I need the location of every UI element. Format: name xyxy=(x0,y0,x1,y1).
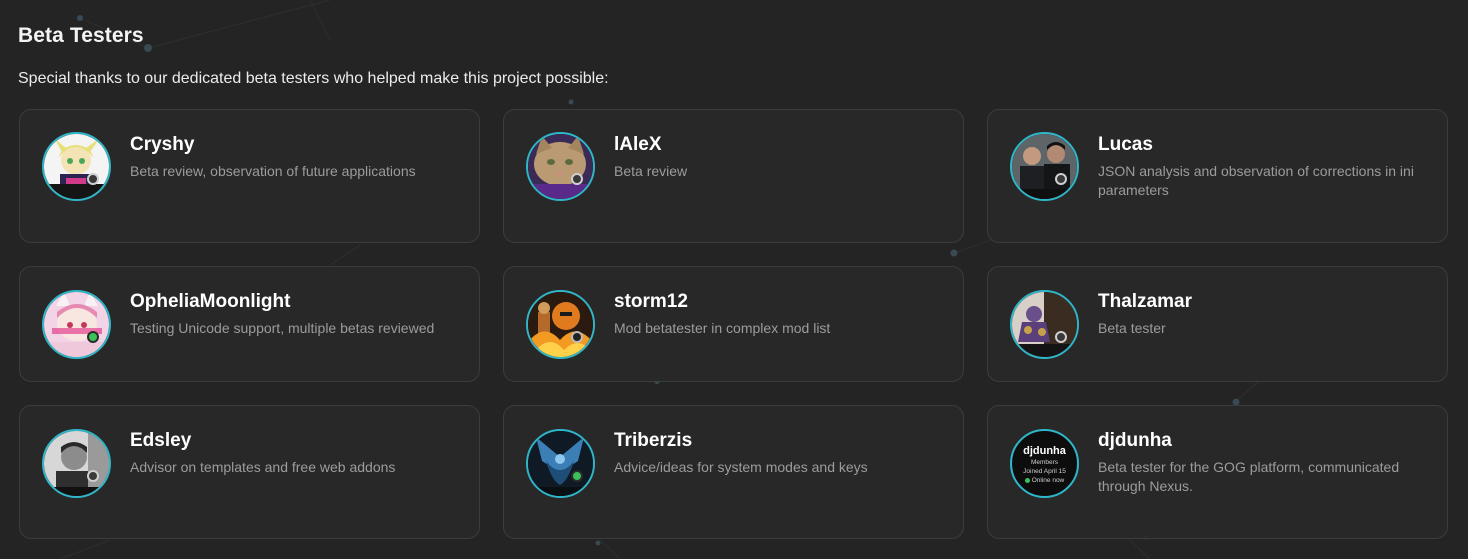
tester-card: OpheliaMoonlight Testing Unicode support… xyxy=(19,266,480,382)
profile-badge-avatar-icon: djdunha Members Joined April 15 Online n… xyxy=(1010,429,1079,498)
tester-name: djdunha xyxy=(1098,430,1172,451)
status-offline-icon xyxy=(571,173,583,185)
bw-portrait-avatar-icon xyxy=(42,429,111,498)
status-offline-icon xyxy=(87,173,99,185)
tester-card: Thalzamar Beta tester xyxy=(987,266,1448,382)
tester-card: lAleX Beta review xyxy=(503,109,964,243)
tester-card: Lucas JSON analysis and observation of c… xyxy=(987,109,1448,243)
tester-card: Cryshy Beta review, observation of futur… xyxy=(19,109,480,243)
status-away-icon xyxy=(571,331,583,343)
two-people-photo-avatar-icon xyxy=(1010,132,1079,201)
status-online-icon xyxy=(571,470,583,482)
cat-avatar-icon xyxy=(526,132,595,201)
armored-character-avatar-icon xyxy=(1010,290,1079,359)
tester-role: Beta tester xyxy=(1098,320,1166,336)
badge-username: djdunha xyxy=(1023,445,1066,457)
tester-grid: Cryshy Beta review, observation of futur… xyxy=(0,0,1468,559)
fire-scene-avatar-icon xyxy=(526,290,595,359)
tester-role: Mod betatester in complex mod list xyxy=(614,320,831,336)
tester-name: Thalzamar xyxy=(1098,291,1192,312)
tester-name: Edsley xyxy=(130,430,192,451)
tester-role: Beta review, observation of future appli… xyxy=(130,163,416,179)
pink-anime-avatar-icon xyxy=(42,290,111,359)
status-offline-icon xyxy=(1055,173,1067,185)
tester-card: storm12 Mod betatester in complex mod li… xyxy=(503,266,964,382)
tester-name: Lucas xyxy=(1098,134,1153,155)
badge-joined: Joined April 15 xyxy=(1023,468,1066,475)
tester-role: Beta review xyxy=(614,163,688,179)
status-offline-icon xyxy=(1055,331,1067,343)
badge-online-label: Online now xyxy=(1031,477,1065,484)
tester-name: Triberzis xyxy=(614,430,693,451)
badge-group: Members xyxy=(1030,459,1059,466)
tester-role: Advice/ideas for system modes and keys xyxy=(614,459,868,475)
badge-online: Online now xyxy=(1024,477,1065,484)
tester-card: Edsley Advisor on templates and free web… xyxy=(19,405,480,539)
online-dot-icon xyxy=(1024,478,1030,483)
tester-role: Testing Unicode support, multiple betas … xyxy=(130,320,435,336)
tester-role: Advisor on templates and free web addons xyxy=(130,459,396,475)
status-offline-icon xyxy=(87,470,99,482)
tester-name: Cryshy xyxy=(130,134,195,155)
status-online-icon xyxy=(87,331,99,343)
blue-emblem-avatar-icon xyxy=(526,429,595,498)
tester-role: JSON analysis and observation of correct… xyxy=(1098,163,1414,198)
tester-card: djdunha Members Joined April 15 Online n… xyxy=(987,405,1448,539)
beta-testers-page: Beta Testers Special thanks to our dedic… xyxy=(0,0,1468,559)
tester-card: Triberzis Advice/ideas for system modes … xyxy=(503,405,964,539)
tester-name: storm12 xyxy=(614,291,688,312)
anime-character-avatar-icon xyxy=(42,132,111,201)
tester-name: lAleX xyxy=(614,134,662,155)
tester-role: Beta tester for the GOG platform, commun… xyxy=(1098,459,1400,494)
tester-name: OpheliaMoonlight xyxy=(130,291,291,312)
